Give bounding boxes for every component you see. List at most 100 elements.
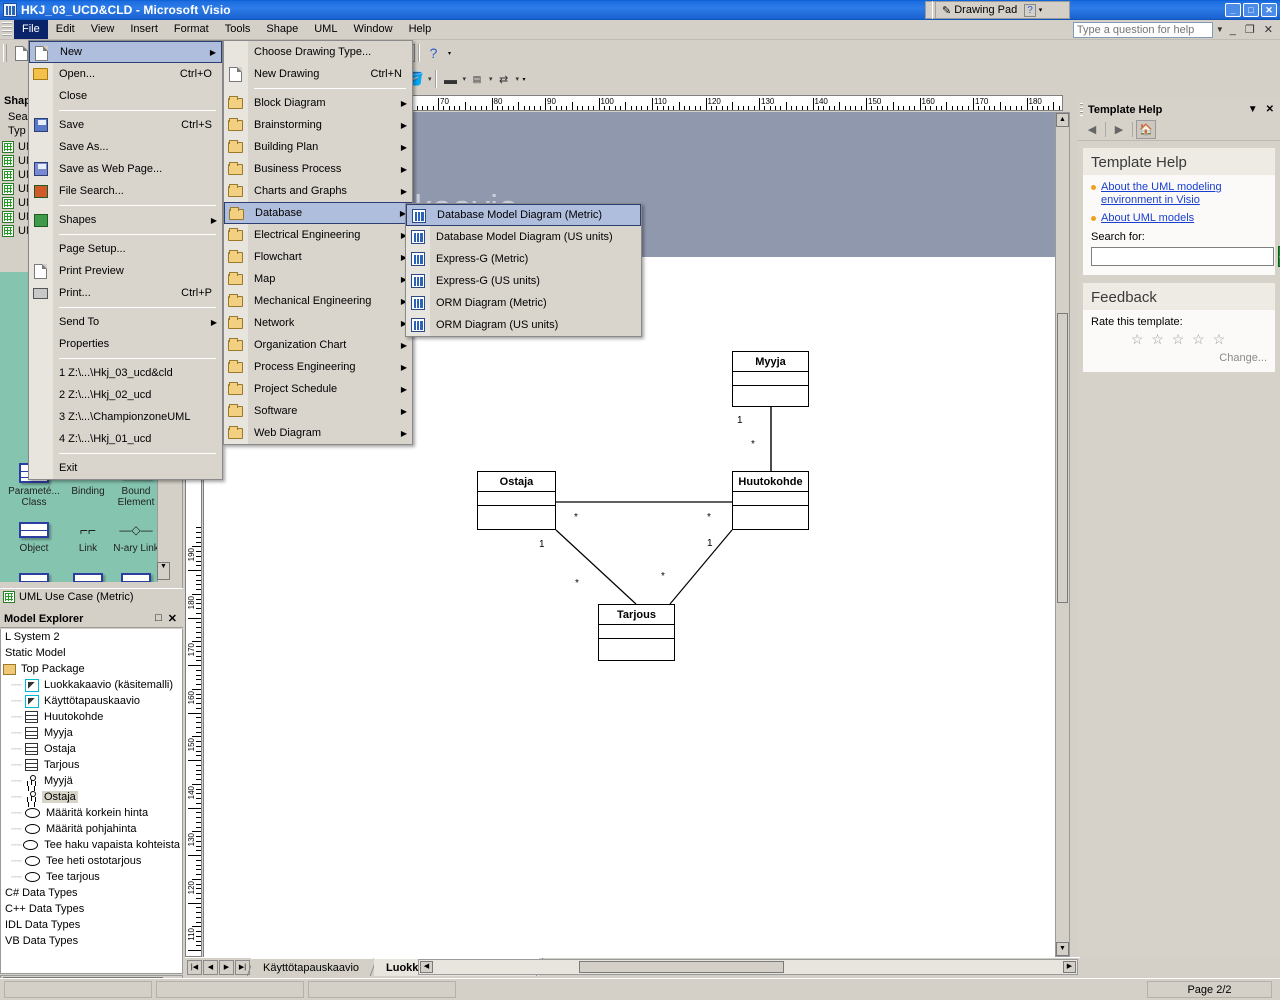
- first-page-button[interactable]: |◀: [187, 959, 202, 975]
- hscroll-thumb[interactable]: [579, 961, 784, 973]
- help-dropdown-icon[interactable]: ▼: [1216, 25, 1224, 34]
- new-menu-item-software[interactable]: Software ▶: [224, 400, 412, 422]
- new-menu-item-business-process[interactable]: Business Process ▶: [224, 158, 412, 180]
- file-menu-item-3-z-championzoneuml[interactable]: 3 Z:\...\ChampionzoneUML: [29, 406, 222, 428]
- model-explorer-node[interactable]: Static Model: [1, 645, 182, 661]
- drawing-pad-grip[interactable]: [932, 1, 936, 19]
- file-menu-item-2-z-hkj-02-ucd[interactable]: 2 Z:\...\Hkj_02_ucd: [29, 384, 222, 406]
- file-menu-item-send-to[interactable]: Send To ▶: [29, 311, 222, 333]
- line-pattern-button[interactable]: ▤: [466, 68, 488, 90]
- menu-view[interactable]: View: [83, 20, 123, 39]
- file-menu-item-close[interactable]: Close: [29, 85, 222, 107]
- hscroll-right-button[interactable]: ▶: [1063, 961, 1076, 973]
- standard-toolbar-grip[interactable]: [3, 44, 7, 62]
- model-explorer-close-button[interactable]: ✕: [168, 612, 177, 625]
- new-menu-item-organization-chart[interactable]: Organization Chart ▶: [224, 334, 412, 356]
- scroll-up-button[interactable]: ▲: [1056, 113, 1069, 127]
- db-menu-item-database-model-diagram-us-units[interactable]: Database Model Diagram (US units): [406, 226, 641, 248]
- file-menu-item-save[interactable]: Save Ctrl+S: [29, 114, 222, 136]
- change-link[interactable]: Change...: [1091, 348, 1267, 364]
- model-explorer-node[interactable]: L System 2: [1, 629, 182, 645]
- model-explorer-node[interactable]: ┈┈ Myyja: [1, 725, 182, 741]
- menu-uml[interactable]: UML: [306, 20, 345, 39]
- model-explorer-restore-button[interactable]: □: [155, 612, 162, 625]
- new-menu-item-brainstorming[interactable]: Brainstorming ▶: [224, 114, 412, 136]
- new-submenu-popup[interactable]: Choose Drawing Type... New Drawing Ctrl+N B…: [223, 40, 413, 445]
- file-menu-item-shapes[interactable]: Shapes ▶: [29, 209, 222, 231]
- file-menu-item-exit[interactable]: Exit: [29, 457, 222, 479]
- model-explorer-node[interactable]: ┈┈ Tee heti ostotarjous: [1, 853, 182, 869]
- new-menu-item-building-plan[interactable]: Building Plan ▶: [224, 136, 412, 158]
- menu-window[interactable]: Window: [345, 20, 400, 39]
- menu-insert[interactable]: Insert: [122, 20, 166, 39]
- new-menu-item-flowchart[interactable]: Flowchart ▶: [224, 246, 412, 268]
- uml-class-huutokohde[interactable]: Huutokohde: [732, 471, 809, 530]
- file-menu-item-print[interactable]: Print... Ctrl+P: [29, 282, 222, 304]
- restore-button[interactable]: □: [1243, 3, 1259, 17]
- task-pane-grip[interactable]: [1080, 103, 1083, 116]
- minimize-button[interactable]: _: [1225, 3, 1241, 17]
- help-button[interactable]: ?: [423, 42, 445, 64]
- model-explorer-node[interactable]: IDL Data Types: [1, 917, 182, 933]
- home-icon[interactable]: 🏠: [1136, 120, 1156, 139]
- db-menu-item-orm-diagram-metric[interactable]: ORM Diagram (Metric): [406, 292, 641, 314]
- file-menu-item-properties[interactable]: Properties: [29, 333, 222, 355]
- file-menu-item-save-as-web-page[interactable]: Save as Web Page...: [29, 158, 222, 180]
- file-menu-item-page-setup[interactable]: Page Setup...: [29, 238, 222, 260]
- model-explorer-tree[interactable]: L System 2 Static Model Top Package ┈┈ Luokk…: [0, 629, 183, 974]
- back-arrow-icon[interactable]: ◀: [1082, 120, 1102, 139]
- file-menu-item-1-z-hkj-03-ucd-cld[interactable]: 1 Z:\...\Hkj_03_ucd&cld: [29, 362, 222, 384]
- ask-a-question-input[interactable]: [1072, 21, 1213, 38]
- canvas-vertical-scrollbar[interactable]: ▲ ▼: [1055, 112, 1070, 957]
- canvas-scroll-thumb[interactable]: [1057, 313, 1068, 603]
- model-explorer-node[interactable]: C# Data Types: [1, 885, 182, 901]
- file-menu-popup[interactable]: New ▶ Open... Ctrl+O Close Save Ctrl+S Save As.…: [28, 40, 223, 480]
- menu-bar-grip[interactable]: [2, 21, 12, 38]
- uml-class-myyja[interactable]: Myyja: [732, 351, 809, 407]
- new-menu-item-database[interactable]: Database ▶: [224, 202, 412, 224]
- model-explorer-node[interactable]: ┈┈ Määritä korkein hinta: [1, 805, 182, 821]
- doc-close-button[interactable]: ✕: [1261, 23, 1276, 36]
- menu-edit[interactable]: Edit: [48, 20, 83, 39]
- model-explorer-node[interactable]: ┈┈ Myyjä: [1, 773, 182, 789]
- db-menu-item-database-model-diagram-metric[interactable]: Database Model Diagram (Metric): [406, 204, 641, 226]
- menu-help[interactable]: Help: [401, 20, 440, 39]
- stencil-scroll-down-button[interactable]: ▼: [157, 562, 170, 580]
- model-explorer-node[interactable]: ┈┈ Tee tarjous: [1, 869, 182, 885]
- help-link-uml-models[interactable]: About UML models: [1101, 212, 1194, 225]
- stencil-shape-object[interactable]: Object: [6, 517, 62, 554]
- drawing-pad-help-icon[interactable]: ?: [1024, 3, 1036, 17]
- uml-class-tarjous[interactable]: Tarjous: [598, 604, 675, 661]
- help-link-row[interactable]: About the UML modeling environment in Vi…: [1091, 181, 1267, 207]
- fill-color-dropdown-icon[interactable]: ▾: [428, 75, 432, 83]
- model-explorer-node[interactable]: ┈┈ Tee haku vapaista kohteista: [1, 837, 182, 853]
- next-page-button[interactable]: ▶: [219, 959, 234, 975]
- doc-restore-button[interactable]: ❐: [1242, 23, 1258, 36]
- file-menu-item-4-z-hkj-01-ucd[interactable]: 4 Z:\...\Hkj_01_ucd: [29, 428, 222, 450]
- new-menu-item-new-drawing[interactable]: New Drawing Ctrl+N: [224, 63, 412, 85]
- file-menu-item-new[interactable]: New ▶: [29, 41, 222, 63]
- menu-tools[interactable]: Tools: [217, 20, 259, 39]
- task-pane-close-icon[interactable]: ✕: [1266, 104, 1274, 115]
- rating-stars[interactable]: ☆ ☆ ☆ ☆ ☆: [1091, 328, 1267, 348]
- uml-class-ostaja[interactable]: Ostaja: [477, 471, 556, 530]
- model-explorer-node[interactable]: Top Package: [1, 661, 182, 677]
- new-menu-item-map[interactable]: Map ▶: [224, 268, 412, 290]
- line-ends-button[interactable]: ⇄: [493, 68, 515, 90]
- db-menu-item-express-g-us-units[interactable]: Express-G (US units): [406, 270, 641, 292]
- new-menu-item-network[interactable]: Network ▶: [224, 312, 412, 334]
- model-explorer-node[interactable]: ┈┈ Määritä pohjahinta: [1, 821, 182, 837]
- help-link-uml-modeling-env[interactable]: About the UML modeling environment in Vi…: [1101, 181, 1267, 207]
- file-menu-item-save-as[interactable]: Save As...: [29, 136, 222, 158]
- page-tabs-hscrollbar[interactable]: ◀ ▶: [418, 959, 1078, 975]
- task-pane-dropdown-icon[interactable]: ▼: [1248, 104, 1258, 115]
- new-menu-item-block-diagram[interactable]: Block Diagram ▶: [224, 92, 412, 114]
- prev-page-button[interactable]: ◀: [203, 959, 218, 975]
- drawing-pad-overflow-icon[interactable]: ▾: [1039, 6, 1043, 14]
- new-menu-item-mechanical-engineering[interactable]: Mechanical Engineering ▶: [224, 290, 412, 312]
- db-menu-item-express-g-metric[interactable]: Express-G (Metric): [406, 248, 641, 270]
- new-menu-item-web-diagram[interactable]: Web Diagram ▶: [224, 422, 412, 444]
- model-explorer-node[interactable]: C++ Data Types: [1, 901, 182, 917]
- stencil-shape-nary-link[interactable]: —◇— N-ary Link: [108, 517, 164, 554]
- scroll-down-button[interactable]: ▼: [1056, 942, 1069, 956]
